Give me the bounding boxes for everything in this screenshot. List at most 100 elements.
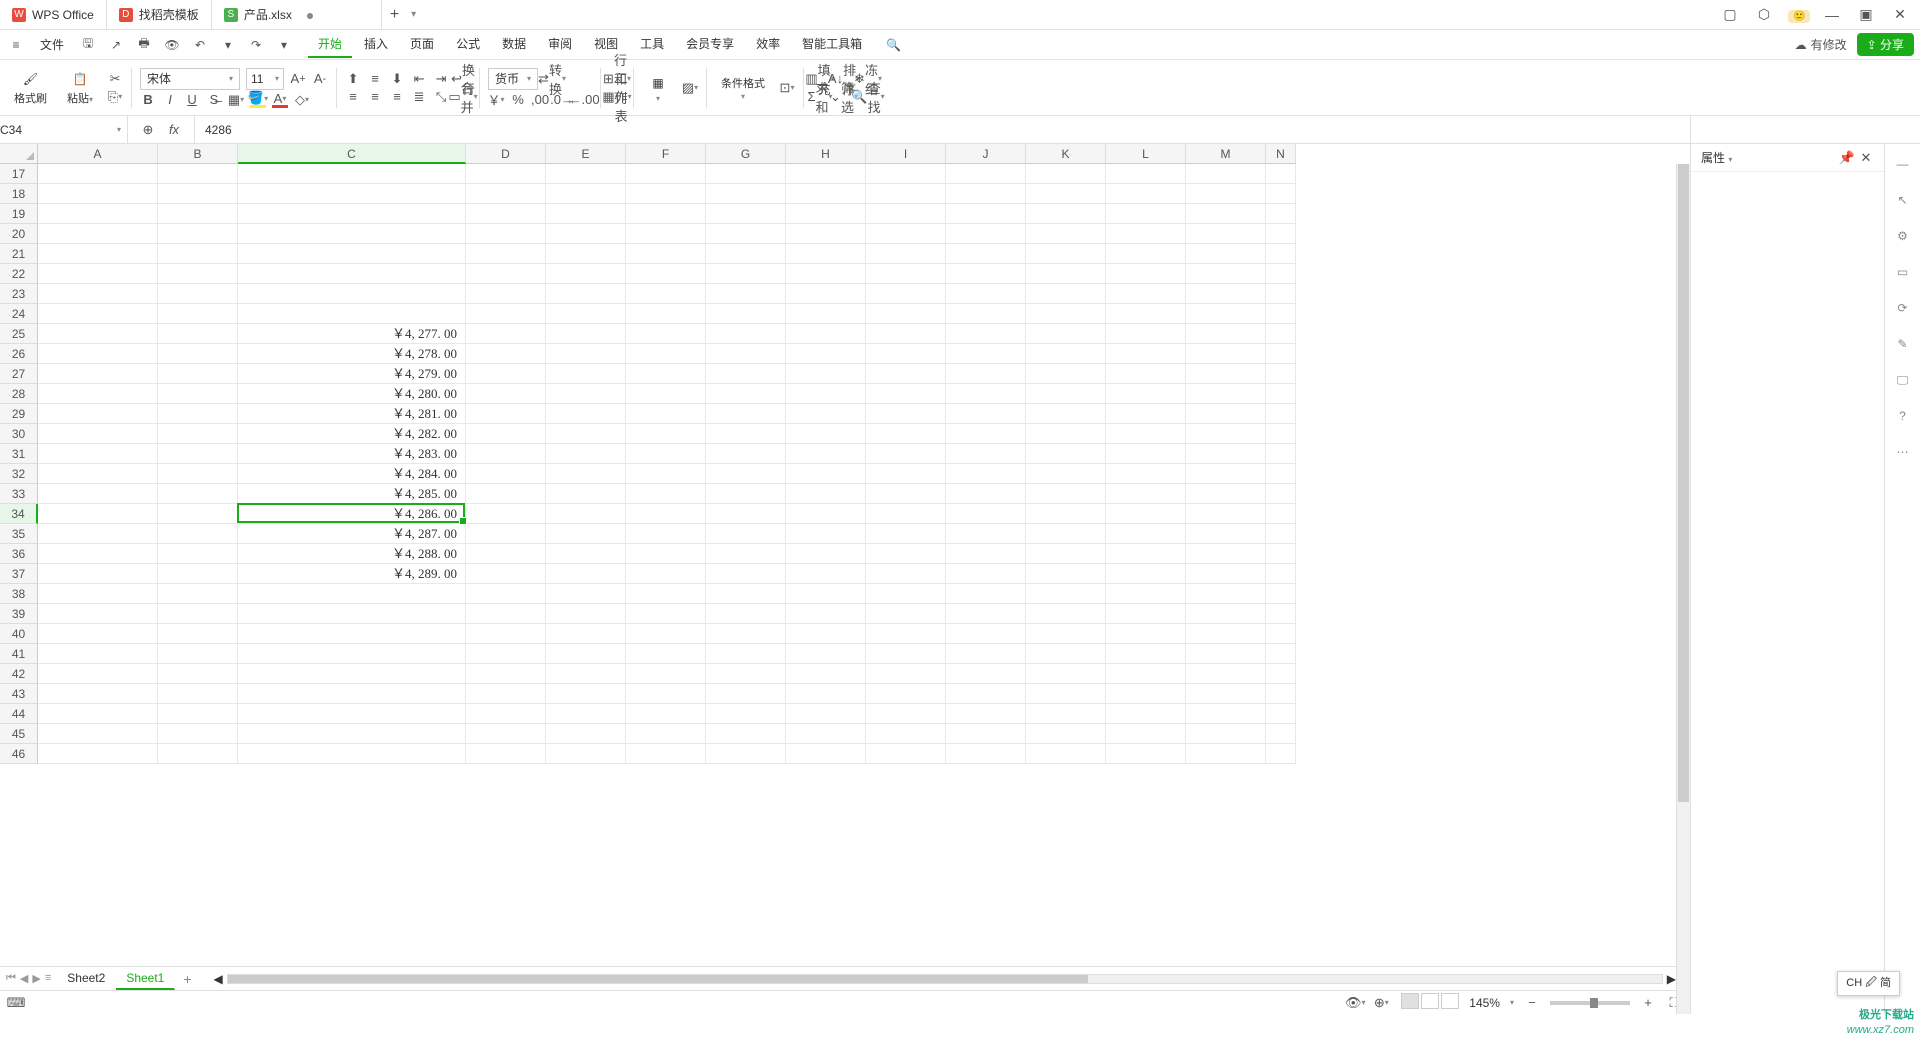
cell[interactable] [238,164,466,184]
file-menu[interactable]: 文件 [34,36,70,53]
cell[interactable] [1026,664,1106,684]
cell[interactable] [158,524,238,544]
cell[interactable] [238,644,466,664]
cell[interactable] [786,684,866,704]
cell[interactable] [946,184,1026,204]
cell[interactable] [946,744,1026,764]
cell[interactable] [946,484,1026,504]
cell[interactable] [706,164,786,184]
row-header[interactable]: 45 [0,724,38,744]
cell[interactable] [466,704,546,724]
row-header[interactable]: 24 [0,304,38,324]
cell[interactable] [1186,384,1266,404]
cell[interactable] [1026,524,1106,544]
cell[interactable] [38,484,158,504]
cell[interactable] [1106,404,1186,424]
row-header[interactable]: 20 [0,224,38,244]
cell[interactable] [946,364,1026,384]
settings-icon[interactable]: ⚙ [1893,226,1913,246]
cell[interactable] [866,304,946,324]
collapse-icon[interactable]: — [1893,154,1913,174]
cell[interactable] [1186,564,1266,584]
cell[interactable] [1266,204,1296,224]
cell[interactable] [466,424,546,444]
cell[interactable] [38,604,158,624]
cell[interactable]: ￥4, 289. 00 [238,564,466,584]
comma-icon[interactable]: ,00 [532,92,548,108]
cell[interactable] [866,544,946,564]
cell[interactable] [466,584,546,604]
cell[interactable]: ￥4, 281. 00 [238,404,466,424]
cell[interactable] [158,704,238,724]
cell[interactable] [38,364,158,384]
cell[interactable] [1266,464,1296,484]
row-header[interactable]: 42 [0,664,38,684]
cell[interactable] [626,384,706,404]
cell[interactable] [1026,384,1106,404]
cell[interactable]: ￥4, 279. 00 [238,364,466,384]
cell[interactable] [38,304,158,324]
cell[interactable] [546,484,626,504]
find-button[interactable]: 🔍 查找▾ [860,89,876,105]
cloud-sync-status[interactable]: ☁ 有修改 [1795,36,1847,53]
cell[interactable] [786,304,866,324]
cell[interactable]: ￥4, 287. 00 [238,524,466,544]
cell[interactable] [466,744,546,764]
cell[interactable] [38,624,158,644]
column-header[interactable]: E [546,144,626,164]
cell[interactable] [866,444,946,464]
cell[interactable] [1266,704,1296,724]
cell[interactable] [1266,604,1296,624]
cell[interactable] [158,484,238,504]
cell[interactable] [1266,664,1296,684]
row-header[interactable]: 26 [0,344,38,364]
cell[interactable] [946,424,1026,444]
row-header[interactable]: 19 [0,204,38,224]
cell[interactable] [466,604,546,624]
cell[interactable] [866,244,946,264]
cell-size-button[interactable]: ⊡▾ [779,80,795,96]
cell[interactable] [38,324,158,344]
cell[interactable] [546,584,626,604]
cell[interactable] [158,444,238,464]
cell[interactable] [158,404,238,424]
cell[interactable] [546,644,626,664]
cut-icon[interactable]: ✂ [107,71,123,87]
cell[interactable] [626,544,706,564]
align-left-icon[interactable]: ≡ [345,89,361,105]
cell[interactable] [38,264,158,284]
row-header[interactable]: 43 [0,684,38,704]
cell[interactable] [38,204,158,224]
cell[interactable] [1266,584,1296,604]
tab-wps-office[interactable]: W WPS Office [0,0,107,29]
orientation-icon[interactable]: ⤡ [433,89,449,105]
cell[interactable] [626,324,706,344]
row-header[interactable]: 44 [0,704,38,724]
cell[interactable] [158,244,238,264]
cell[interactable] [1026,304,1106,324]
cell[interactable] [1186,744,1266,764]
cell[interactable] [866,464,946,484]
cell[interactable] [1106,424,1186,444]
cell[interactable] [786,384,866,404]
cell[interactable] [238,184,466,204]
cell[interactable] [1026,464,1106,484]
undo-dropdown-icon[interactable]: ▾ [218,35,238,55]
cell[interactable] [786,664,866,684]
cell[interactable] [158,584,238,604]
cell[interactable]: ￥4, 280. 00 [238,384,466,404]
cell[interactable] [1106,644,1186,664]
cell[interactable] [38,544,158,564]
maximize-button[interactable]: ▣ [1856,6,1876,23]
cell[interactable] [1266,524,1296,544]
cell[interactable] [466,624,546,644]
cell[interactable] [158,464,238,484]
row-header[interactable]: 17 [0,164,38,184]
cell[interactable] [466,524,546,544]
cell[interactable] [1186,444,1266,464]
cell[interactable] [946,584,1026,604]
cell[interactable] [706,704,786,724]
cell[interactable] [866,504,946,524]
cell[interactable] [1266,424,1296,444]
cell[interactable] [706,444,786,464]
